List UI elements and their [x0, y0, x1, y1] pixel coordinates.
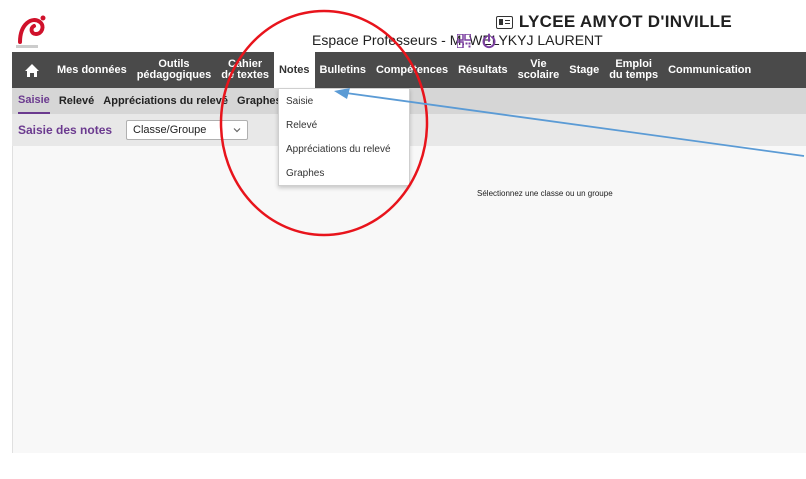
main-navigation: Mes données Outils pédagogiques Cahier de …: [12, 52, 806, 88]
class-group-select[interactable]: Classe/Groupe: [126, 120, 249, 140]
home-button[interactable]: [12, 52, 52, 88]
dropdown-item-appreciations[interactable]: Appréciations du relevé: [279, 137, 409, 161]
nav-mes-donnees[interactable]: Mes données: [52, 52, 132, 88]
nav-notes[interactable]: Notes: [273, 52, 315, 88]
header: LYCEE AMYOT D'INVILLE Espace Professeurs…: [12, 8, 806, 52]
notes-dropdown-menu: Saisie Relevé Appréciations du relevé Gr…: [278, 88, 410, 186]
empty-state-message: Sélectionnez une classe ou un groupe: [477, 189, 613, 198]
dropdown-item-saisie[interactable]: Saisie: [279, 89, 409, 113]
nav-bulletins[interactable]: Bulletins: [315, 52, 371, 88]
page-title: Saisie des notes: [18, 123, 113, 137]
nav-outils-pedagogiques[interactable]: Outils pédagogiques: [132, 52, 217, 88]
nav-resultats[interactable]: Résultats: [453, 52, 513, 88]
nav-competences[interactable]: Compétences: [371, 52, 453, 88]
subnav-saisie[interactable]: Saisie: [18, 88, 50, 114]
chevron-down-icon: [233, 128, 241, 133]
select-value: Classe/Groupe: [133, 124, 207, 136]
nav-cahier-de-textes[interactable]: Cahier de textes: [216, 52, 274, 88]
nav-vie-scolaire[interactable]: Vie scolaire: [513, 52, 565, 88]
subnav-appreciations[interactable]: Appréciations du relevé: [103, 88, 228, 114]
school-name: LYCEE AMYOT D'INVILLE: [518, 12, 732, 31]
nav-stage[interactable]: Stage: [564, 52, 604, 88]
qr-code-icon[interactable]: [457, 34, 471, 48]
id-card-icon: [495, 15, 513, 29]
nav-communication[interactable]: Communication: [663, 52, 756, 88]
nav-emploi-du-temps[interactable]: Emploi du temps: [604, 52, 663, 88]
subnav-graphes[interactable]: Graphes: [237, 88, 282, 114]
subnav-releve[interactable]: Relevé: [59, 88, 94, 114]
power-icon[interactable]: [481, 33, 497, 49]
school-title: LYCEE AMYOT D'INVILLE: [12, 12, 792, 34]
dropdown-item-graphes[interactable]: Graphes: [279, 161, 409, 185]
dropdown-item-releve[interactable]: Relevé: [279, 113, 409, 137]
home-icon: [25, 63, 39, 77]
